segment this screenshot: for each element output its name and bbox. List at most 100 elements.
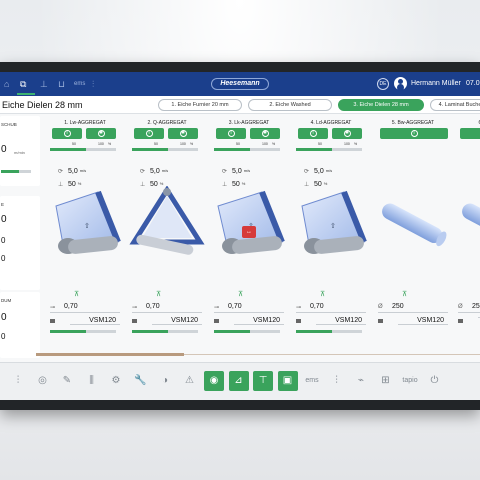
network-icon[interactable]: ⊞ xyxy=(376,371,396,391)
recipe-tab-2[interactable]: 2. Eiche Washed xyxy=(248,99,332,111)
tapio-icon[interactable]: tapio xyxy=(400,371,420,391)
param-row[interactable]: ⊸ 0,70 xyxy=(50,303,120,313)
active-nav-indicator xyxy=(17,93,35,95)
hmi-screen: ⌂ ⧉ ⊥ ⊔ ems ⫶ Heesemann DE Hermann Mülle… xyxy=(0,72,480,400)
speed-value: 5,0 xyxy=(232,168,242,175)
param-row[interactable]: Ø 250 xyxy=(378,303,448,313)
tool-button[interactable]: ✱ xyxy=(250,128,280,139)
user-avatar-icon[interactable] xyxy=(394,77,407,90)
vacuum-label: DUM xyxy=(1,298,12,303)
model-icon xyxy=(458,319,463,323)
bottom-level-bar xyxy=(296,330,362,333)
tool-button[interactable]: ✱ xyxy=(332,128,362,139)
tool-button[interactable]: ✱ xyxy=(168,128,198,139)
bottom-level-bar xyxy=(132,330,198,333)
aggregate-title: 1. Lw-AGGREGAT xyxy=(64,120,106,126)
wrench-icon[interactable]: 🔧 xyxy=(131,371,151,391)
aggregate-icon[interactable]: ⊔ xyxy=(58,78,65,90)
feed-value: 0 xyxy=(1,144,7,155)
param-value: 0,70 xyxy=(228,303,242,310)
scroll-thumb[interactable] xyxy=(36,353,184,356)
param-row[interactable]: ⊸ 0,70 xyxy=(214,303,284,313)
pen-icon[interactable]: ✎ xyxy=(57,371,77,391)
param-row[interactable]: ⊸ 0,70 xyxy=(296,303,366,313)
model-row[interactable]: VSM120 xyxy=(132,317,202,327)
ems-icon[interactable]: ems xyxy=(74,78,85,90)
aggregate-graphic[interactable] xyxy=(452,186,480,286)
roll-icon[interactable]: ◎ xyxy=(33,371,53,391)
info-button[interactable]: i xyxy=(52,128,82,139)
thickness-label: E xyxy=(1,202,5,207)
home-icon[interactable]: ⌂ xyxy=(4,78,9,90)
model-icon xyxy=(214,319,219,323)
speed-unit: m/s xyxy=(325,168,333,173)
aggregate-graphic[interactable]: ⇧ xyxy=(290,186,372,286)
feed-unit: m/min xyxy=(14,150,25,155)
language-switch[interactable]: DE xyxy=(377,78,389,90)
level-bar xyxy=(132,148,198,151)
recipe-tab-1[interactable]: 1. Eiche Furnier 20 mm xyxy=(158,99,242,111)
scale-mid: 50 xyxy=(154,142,158,146)
beam-icon[interactable]: ⫶ xyxy=(327,371,347,391)
recipe-tab-4[interactable]: 4. Laminat Buche xyxy=(430,99,480,111)
ems-icon[interactable]: ems xyxy=(302,371,322,391)
speed-row: ⟳ 5,0 m/s xyxy=(304,168,332,175)
machine-icon[interactable]: ⧉ xyxy=(20,78,26,90)
aggregate-graphic[interactable]: ⇧ xyxy=(44,186,126,286)
top-bar: ⌂ ⧉ ⊥ ⊔ ems ⫶ Heesemann DE Hermann Mülle… xyxy=(0,72,480,96)
param-value: 250 xyxy=(472,303,480,310)
layout-icon[interactable]: ⊥ xyxy=(40,78,48,90)
user-name[interactable]: Hermann Müller xyxy=(411,80,461,87)
info-button[interactable]: i xyxy=(134,128,164,139)
info-button[interactable]: i xyxy=(298,128,328,139)
info-button[interactable]: i xyxy=(460,128,480,139)
param-icon: ⊸ xyxy=(50,305,56,311)
param-value: 0,70 xyxy=(146,303,160,310)
tool-icon: ✱ xyxy=(97,130,105,137)
chart-icon[interactable]: ⫼ xyxy=(82,371,102,391)
info-button[interactable]: i xyxy=(380,128,448,139)
left-panel: SCHUB 0 m/min E 0 0 0 DUM 0 0 xyxy=(0,116,42,360)
param-value: 0,70 xyxy=(64,303,78,310)
sander-icon[interactable]: ⊿ xyxy=(228,371,249,391)
model-icon xyxy=(50,319,55,323)
model-row[interactable]: VSM120 xyxy=(296,317,366,327)
scale-mid: 50 xyxy=(318,142,322,146)
model-row[interactable]: VSM120 xyxy=(214,317,284,327)
oil-icon[interactable]: ◑ xyxy=(155,371,175,391)
thickness-value-2: 0 xyxy=(1,236,6,245)
warning-badge-icon[interactable]: ↔ xyxy=(242,226,256,238)
speed-icon: ⟳ xyxy=(58,169,64,175)
grinding-belt-icon[interactable]: ⫶ xyxy=(8,371,28,391)
aggregate-column-5: 5. Bw-AGGREGAT i ⊼ Ø 250 VSM120 xyxy=(372,116,454,356)
aggregate-status-icon: ⊼ xyxy=(238,291,244,298)
aggregate-status-icon: ⊼ xyxy=(156,291,162,298)
power-icon[interactable]: ⏻ xyxy=(425,371,445,391)
model-row[interactable] xyxy=(458,317,480,327)
tool-icon: ✱ xyxy=(343,130,351,137)
aggregate-status-icon: ⊼ xyxy=(74,291,80,298)
info-button[interactable]: i xyxy=(216,128,246,139)
recipe-header: Eiche Dielen 28 mm 1. Eiche Furnier 20 m… xyxy=(0,96,480,114)
recipe-tab-3[interactable]: 3. Eiche Dielen 28 mm xyxy=(338,99,424,111)
model-row[interactable]: VSM120 xyxy=(378,317,448,327)
machine-icon[interactable]: ⊤ xyxy=(253,371,273,391)
info-icon: i xyxy=(63,130,71,137)
scale-mid: 50 xyxy=(72,142,76,146)
belt-icon[interactable]: ⫶ xyxy=(92,78,94,90)
aggregate-graphic[interactable] xyxy=(126,186,208,286)
param-row[interactable]: Ø 250 xyxy=(458,303,480,313)
tool-button[interactable]: ✱ xyxy=(86,128,116,139)
model-value: VSM120 xyxy=(70,317,120,325)
camera-icon[interactable]: ⌁ xyxy=(351,371,371,391)
model-value: VSM120 xyxy=(234,317,284,325)
aggregate-title: 4. Ld-AGGREGAT xyxy=(310,120,352,126)
target-icon[interactable]: ◉ xyxy=(204,371,224,391)
model-row[interactable]: VSM120 xyxy=(50,317,120,327)
aggregate-graphic[interactable] xyxy=(372,186,454,286)
gear-icon[interactable]: ⚙ xyxy=(106,371,126,391)
param-row[interactable]: ⊸ 0,70 xyxy=(132,303,202,313)
press-icon[interactable]: ▣ xyxy=(277,371,298,391)
info-icon: i xyxy=(309,130,317,137)
warning-icon[interactable]: ⚠ xyxy=(180,371,200,391)
